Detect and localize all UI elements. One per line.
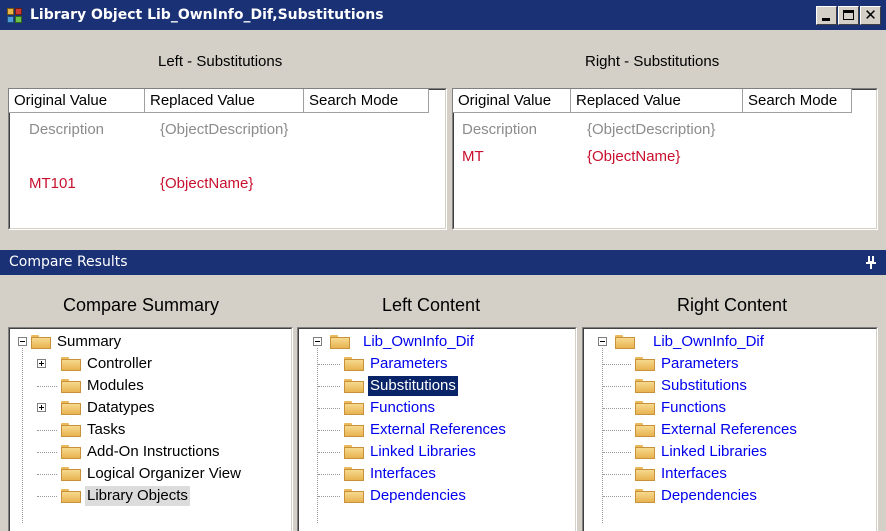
collapse-toggle[interactable] <box>313 337 322 346</box>
expand-toggle[interactable] <box>37 403 46 412</box>
folder-icon <box>635 489 655 503</box>
folder-icon <box>61 357 81 371</box>
collapse-toggle[interactable] <box>18 337 27 346</box>
replaced-value-cell: {ObjectName} <box>160 175 254 192</box>
folder-icon <box>344 423 364 437</box>
replaced-value-cell: {ObjectDescription} <box>160 121 289 138</box>
folder-icon <box>635 445 655 459</box>
column-header-search-mode[interactable]: Search Mode <box>743 89 852 113</box>
folder-icon <box>635 357 655 371</box>
maximize-button[interactable] <box>838 6 859 25</box>
compare-results-title: Compare Results <box>9 254 128 270</box>
folder-icon <box>61 445 81 459</box>
left-substitutions-grid[interactable]: Original Value Replaced Value Search Mod… <box>8 88 447 230</box>
replaced-value-cell: {ObjectName} <box>587 148 681 165</box>
folder-icon <box>61 379 81 393</box>
app-icon <box>7 8 23 23</box>
pin-icon[interactable] <box>866 254 876 270</box>
folder-icon <box>344 445 364 459</box>
compare-summary-heading: Compare Summary <box>63 295 220 315</box>
left-substitutions-title: Left - Substitutions <box>158 53 283 70</box>
close-button[interactable]: ✕ <box>860 6 881 25</box>
folder-icon <box>344 379 364 393</box>
collapse-toggle[interactable] <box>598 337 607 346</box>
right-content-heading: Right Content <box>677 295 788 315</box>
folder-icon <box>61 423 81 437</box>
right-substitutions-grid[interactable]: Original Value Replaced Value Search Mod… <box>452 88 878 230</box>
folder-icon <box>61 401 81 415</box>
left-content-tree[interactable]: Lib_OwnInfo_Dif Parameters Substitutions… <box>297 327 577 531</box>
original-value-cell: MT101 <box>29 175 76 192</box>
column-header-replaced-value[interactable]: Replaced Value <box>571 89 743 113</box>
minimize-button[interactable] <box>816 6 837 25</box>
column-header-replaced-value[interactable]: Replaced Value <box>145 89 304 113</box>
expand-toggle[interactable] <box>37 359 46 368</box>
folder-icon <box>344 401 364 415</box>
compare-summary-tree[interactable]: Summary Controller Modules Datatypes Tas… <box>8 327 293 531</box>
window-title: Library Object Lib_OwnInfo_Dif,Substitut… <box>30 7 384 23</box>
folder-icon <box>61 489 81 503</box>
left-content-heading: Left Content <box>382 295 481 315</box>
replaced-value-cell: {ObjectDescription} <box>587 121 716 138</box>
right-grid-header: Original Value Replaced Value Search Mod… <box>453 89 852 113</box>
original-value-cell: MT <box>462 148 484 165</box>
maximize-icon <box>843 10 854 20</box>
folder-icon <box>635 379 655 393</box>
folder-icon <box>344 467 364 481</box>
right-substitutions-title: Right - Substitutions <box>585 53 720 70</box>
folder-icon <box>635 423 655 437</box>
folder-icon <box>31 335 51 349</box>
compare-results-header[interactable]: Compare Results <box>0 250 886 275</box>
column-header-original-value[interactable]: Original Value <box>453 89 571 113</box>
original-value-cell: Description <box>29 121 105 138</box>
column-header-original-value[interactable]: Original Value <box>9 89 145 113</box>
close-icon: ✕ <box>864 6 877 24</box>
folder-icon <box>635 467 655 481</box>
folder-icon <box>330 335 350 349</box>
original-value-cell: Description <box>462 121 538 138</box>
folder-icon <box>61 467 81 481</box>
folder-icon <box>344 489 364 503</box>
column-header-search-mode[interactable]: Search Mode <box>304 89 429 113</box>
window-titlebar[interactable]: Library Object Lib_OwnInfo_Dif,Substitut… <box>0 0 886 30</box>
left-grid-header: Original Value Replaced Value Search Mod… <box>9 89 429 113</box>
folder-icon <box>635 401 655 415</box>
right-content-tree[interactable]: Lib_OwnInfo_Dif Parameters Substitutions… <box>582 327 878 531</box>
minimize-icon <box>822 18 830 21</box>
folder-icon <box>615 335 635 349</box>
folder-icon <box>344 357 364 371</box>
